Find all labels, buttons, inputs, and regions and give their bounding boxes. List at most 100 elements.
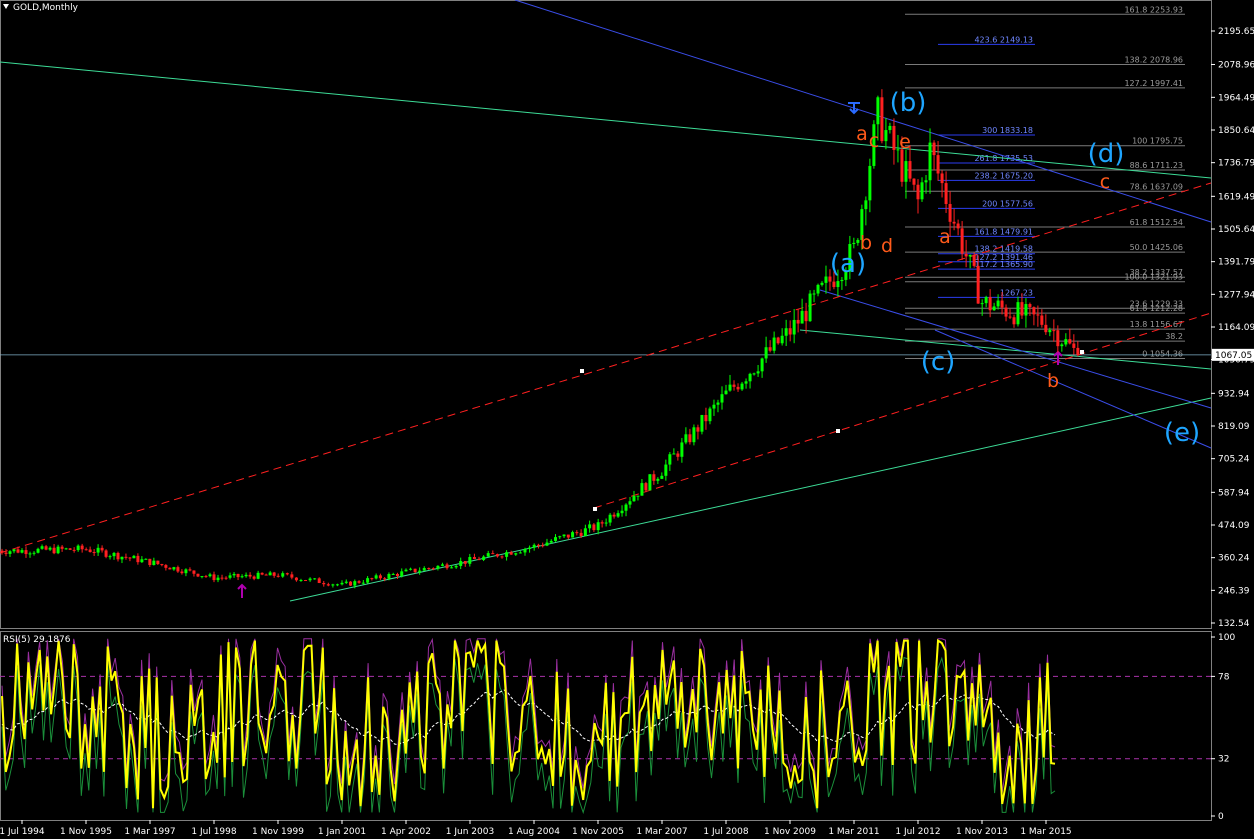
rsi-tick-label: 32 bbox=[1218, 755, 1229, 765]
candle-body bbox=[583, 528, 587, 537]
candle-body bbox=[1000, 300, 1004, 308]
candle-body bbox=[491, 553, 495, 555]
candle-body bbox=[366, 578, 370, 583]
candle-body bbox=[1068, 339, 1072, 344]
candle-body bbox=[644, 483, 648, 491]
candle-body bbox=[192, 570, 196, 574]
candle-body bbox=[76, 545, 80, 551]
candle-body bbox=[744, 381, 748, 384]
time-tick-label: 1 Mar 2007 bbox=[636, 827, 687, 837]
candle-body bbox=[740, 383, 744, 390]
candle-body bbox=[1052, 330, 1056, 332]
candle-body bbox=[422, 568, 426, 571]
candle-body bbox=[832, 281, 836, 288]
candle-body bbox=[952, 221, 956, 224]
candle-body bbox=[64, 548, 68, 550]
candle-body bbox=[387, 574, 391, 579]
candle-body bbox=[505, 552, 509, 557]
price-tick-label: 360.24 bbox=[1218, 554, 1250, 564]
candle-body bbox=[184, 569, 188, 574]
candle-body bbox=[680, 442, 684, 457]
candle-body bbox=[968, 255, 972, 257]
price-tick-label: 932.94 bbox=[1218, 389, 1250, 399]
wave-label: (e) bbox=[1164, 418, 1200, 448]
candle-body bbox=[956, 223, 960, 229]
candle-body bbox=[904, 161, 908, 182]
candle-body bbox=[1008, 316, 1012, 318]
candle-body bbox=[477, 559, 481, 561]
candle-body bbox=[1004, 307, 1008, 317]
candle-body bbox=[132, 555, 136, 559]
candle-body bbox=[700, 414, 704, 432]
rsi-tick-label: 0 bbox=[1218, 812, 1224, 822]
candle-body bbox=[756, 371, 760, 374]
candle-body bbox=[196, 573, 200, 577]
candle-body bbox=[1072, 343, 1076, 348]
candle-body bbox=[752, 373, 756, 375]
candle-body bbox=[960, 228, 964, 254]
candle-body bbox=[1048, 330, 1052, 333]
price-tick-label: 2078.96 bbox=[1218, 60, 1254, 70]
candle-body bbox=[1012, 317, 1016, 325]
time-tick-label: 1 Nov 2005 bbox=[572, 827, 624, 837]
candle-body bbox=[924, 180, 928, 183]
candle-body bbox=[116, 552, 120, 560]
candle-body bbox=[996, 300, 1000, 307]
candle-body bbox=[912, 178, 916, 185]
candle-body bbox=[664, 464, 668, 476]
candle-body bbox=[800, 310, 804, 324]
candle-body bbox=[712, 404, 716, 409]
candle-body bbox=[391, 573, 395, 575]
gold-monthly-chart[interactable]: 161.8 2253.93 423.6 2149.13 138.2 2078.96 1… bbox=[0, 0, 1254, 839]
time-tick-label: 1 Aug 2004 bbox=[508, 827, 560, 837]
candle-body bbox=[370, 578, 374, 580]
candle-body bbox=[692, 427, 696, 443]
candle-body bbox=[212, 574, 216, 581]
candle-body bbox=[468, 557, 472, 564]
price-tick-label: 705.24 bbox=[1218, 455, 1250, 465]
candle-body bbox=[148, 558, 152, 566]
candle-body bbox=[290, 574, 294, 578]
candle-body bbox=[1036, 314, 1040, 316]
candle-body bbox=[724, 390, 728, 395]
candle-body bbox=[776, 337, 780, 344]
rsi-title: RSI(5) 29.1876 bbox=[3, 635, 71, 645]
fib-label: 127.2 1997.41 bbox=[1124, 79, 1183, 88]
price-tick-label: 1505.64 bbox=[1218, 225, 1254, 235]
fib-label: 117.2 1365.90 bbox=[974, 260, 1033, 269]
wave-label: (c) bbox=[921, 347, 956, 377]
fib-label: 200 1577.56 bbox=[982, 199, 1033, 208]
candle-body bbox=[248, 574, 252, 577]
candle-body bbox=[936, 155, 940, 174]
candle-body bbox=[413, 568, 417, 573]
fib-label: 300 1833.18 bbox=[982, 126, 1033, 135]
wave-label: c bbox=[869, 130, 879, 152]
time-tick-label: 1 Jul 1994 bbox=[0, 827, 45, 837]
candle-body bbox=[208, 574, 212, 577]
wave-label: a bbox=[856, 123, 868, 145]
candle-body bbox=[20, 550, 24, 553]
price-tick-label: 1850.64 bbox=[1218, 126, 1254, 136]
candle-body bbox=[244, 574, 248, 577]
candle-body bbox=[908, 161, 912, 179]
candle-body bbox=[672, 453, 676, 455]
candle-body bbox=[549, 540, 553, 543]
candle-body bbox=[884, 130, 888, 142]
candle-body bbox=[160, 564, 164, 566]
candle-body bbox=[632, 495, 636, 502]
candle-body bbox=[804, 310, 808, 322]
candle-body bbox=[612, 514, 616, 517]
candle-body bbox=[988, 297, 992, 311]
candle-body bbox=[944, 183, 948, 205]
candle-body bbox=[876, 97, 880, 125]
fib-label: 423.6 2149.13 bbox=[974, 35, 1033, 44]
candle-body bbox=[404, 569, 408, 572]
fib-label: 61.8 1212.28 bbox=[1130, 304, 1183, 313]
candle-body bbox=[888, 125, 892, 131]
time-tick-label: 1 Jan 2001 bbox=[318, 827, 366, 837]
candle-body bbox=[708, 408, 712, 422]
candle-body bbox=[796, 319, 800, 324]
candle-body bbox=[940, 173, 944, 184]
candle-body bbox=[972, 255, 976, 266]
candle-body bbox=[136, 555, 140, 563]
